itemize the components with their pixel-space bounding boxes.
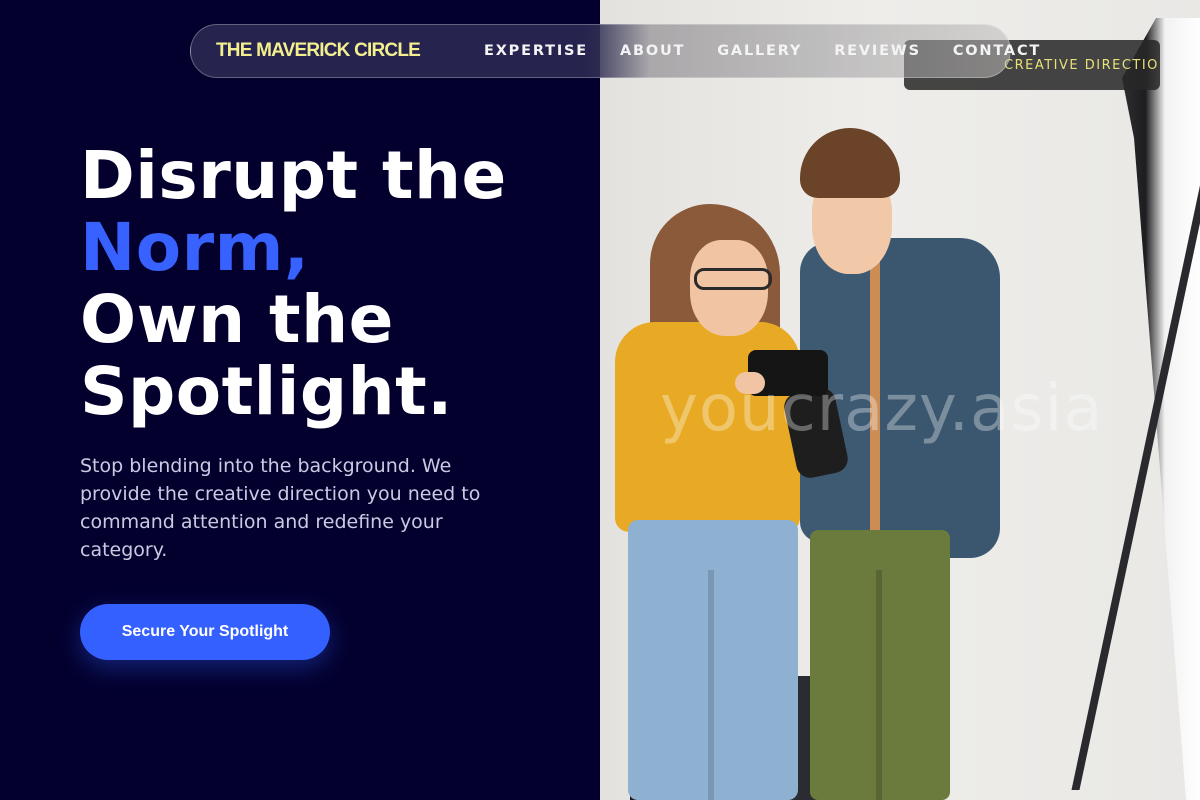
nav-link-contact[interactable]: CONTACT: [953, 43, 1041, 59]
top-navigation: THE MAVERICK CIRCLE EXPERTISE ABOUT GALL…: [190, 24, 1039, 78]
brand-logo[interactable]: THE MAVERICK CIRCLE: [216, 40, 421, 62]
nav-links: EXPERTISE ABOUT GALLERY REVIEWS CONTACT: [484, 43, 1041, 59]
image-watermark: youcrazy.asia: [660, 372, 1104, 446]
hero-headline: Disrupt the Norm, Own the Spotlight.: [80, 140, 550, 428]
service-badge-label: CREATIVE DIRECTION: [1004, 57, 1160, 73]
headline-line-1: Disrupt the: [80, 137, 507, 214]
hero-content: Disrupt the Norm, Own the Spotlight.: [80, 140, 550, 428]
man-trousers-split: [876, 570, 882, 800]
hero-subtitle: Stop blending into the background. We pr…: [80, 455, 481, 561]
nav-link-gallery[interactable]: GALLERY: [717, 43, 802, 59]
nav-link-about[interactable]: ABOUT: [620, 43, 685, 59]
headline-line-3: Own the: [80, 281, 394, 358]
woman-jeans-split: [708, 570, 714, 800]
headline-line-4: Spotlight.: [80, 353, 453, 430]
nav-link-expertise[interactable]: EXPERTISE: [484, 43, 588, 59]
secure-spotlight-button[interactable]: Secure Your Spotlight: [80, 604, 330, 660]
nav-link-reviews[interactable]: REVIEWS: [834, 43, 921, 59]
woman-glasses: [694, 268, 772, 290]
headline-accent: Norm,: [80, 209, 310, 286]
